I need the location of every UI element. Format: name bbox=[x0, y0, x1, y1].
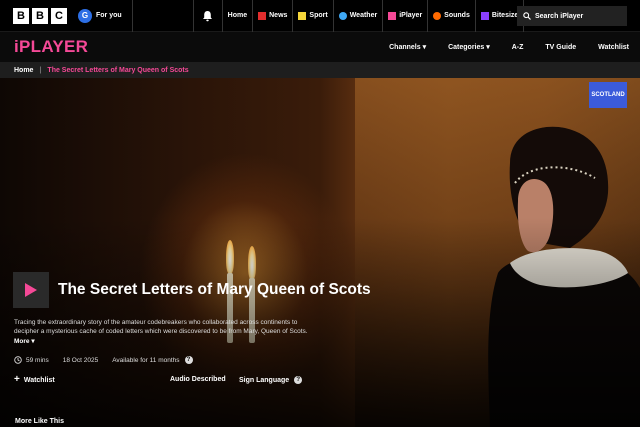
play-icon bbox=[25, 283, 37, 297]
nav-weather[interactable]: Weather bbox=[334, 0, 384, 32]
programme-actions: + Watchlist Audio Described Sign Languag… bbox=[14, 374, 314, 386]
duration: 59 mins bbox=[14, 356, 49, 364]
bbc-logo-letter: B bbox=[32, 7, 48, 24]
bbc-logo[interactable]: B B C bbox=[13, 7, 67, 24]
breadcrumb: Home | The Secret Letters of Mary Queen … bbox=[0, 62, 640, 78]
breadcrumb-current: The Secret Letters of Mary Queen of Scot… bbox=[47, 66, 189, 74]
bbc-logo-letter: B bbox=[13, 7, 29, 24]
clock-icon bbox=[14, 356, 22, 364]
info-icon[interactable]: ? bbox=[294, 376, 303, 384]
plus-icon: + bbox=[14, 374, 20, 385]
audio-described-link[interactable]: Audio Described bbox=[170, 376, 226, 383]
global-nav-links: Home News Sport Weather iPlayer Sounds B… bbox=[223, 0, 525, 32]
nav-channels[interactable]: Channels ▾ bbox=[378, 43, 437, 51]
nav-iplayer-label: iPlayer bbox=[399, 12, 423, 19]
play-button[interactable] bbox=[13, 272, 49, 308]
sport-icon bbox=[298, 11, 307, 20]
search-box[interactable]: Search iPlayer bbox=[517, 6, 627, 26]
iplayer-nav-links: Channels ▾ Categories ▾ A-Z TV Guide Wat… bbox=[378, 32, 640, 62]
nav-a-z[interactable]: A-Z bbox=[501, 44, 535, 51]
global-nav: B B C G For you Home News Sport Weather … bbox=[0, 0, 640, 32]
availability: Available for 11 months ? bbox=[112, 356, 193, 364]
nav-watchlist[interactable]: Watchlist bbox=[587, 44, 640, 51]
account-avatar-icon: G bbox=[78, 8, 92, 23]
sign-language-label: Sign Language bbox=[239, 376, 290, 384]
nav-news[interactable]: News bbox=[253, 0, 294, 32]
nav-weather-label: Weather bbox=[349, 12, 378, 19]
iplayer-icon bbox=[388, 11, 397, 20]
nav-home[interactable]: Home bbox=[223, 0, 254, 32]
programme-meta: 59 mins 18 Oct 2025 Available for 11 mon… bbox=[14, 356, 207, 364]
nav-iplayer[interactable]: iPlayer bbox=[383, 0, 429, 32]
search-icon bbox=[523, 12, 531, 20]
more-like-this-heading: More Like This bbox=[15, 418, 65, 425]
add-to-watchlist-button[interactable]: + Watchlist bbox=[14, 374, 55, 385]
bbc-logo-letter: C bbox=[51, 7, 67, 24]
breadcrumb-separator: | bbox=[39, 66, 42, 74]
nav-categories[interactable]: Categories ▾ bbox=[437, 43, 501, 51]
nav-sport[interactable]: Sport bbox=[293, 0, 334, 32]
description-text: Tracing the extraordinary story of the a… bbox=[14, 319, 308, 336]
info-icon[interactable]: ? bbox=[184, 356, 193, 364]
nav-bitesize-label: Bitesize bbox=[491, 12, 519, 19]
more-label: More bbox=[14, 337, 30, 345]
programme-title: The Secret Letters of Mary Queen of Scot… bbox=[58, 281, 371, 298]
chevron-down-icon: ▾ bbox=[31, 337, 35, 345]
breadcrumb-home[interactable]: Home bbox=[14, 67, 33, 74]
availability-label: Available for 11 months bbox=[112, 356, 180, 364]
bell-icon bbox=[203, 10, 213, 21]
nav-sounds[interactable]: Sounds bbox=[428, 0, 476, 32]
region-badge: SCOTLAND bbox=[589, 82, 627, 108]
nav-news-label: News bbox=[269, 12, 288, 19]
nav-tv-guide[interactable]: TV Guide bbox=[534, 44, 587, 51]
programme-description: Tracing the extraordinary story of the a… bbox=[14, 318, 314, 346]
nav-home-label: Home bbox=[227, 12, 248, 19]
sign-language-link[interactable]: Sign Language ? bbox=[239, 376, 303, 384]
iplayer-nav: iPLAYER Channels ▾ Categories ▾ A-Z TV G… bbox=[0, 32, 640, 62]
hero bbox=[0, 78, 640, 427]
for-you-label: For you bbox=[96, 12, 122, 19]
more-button[interactable]: More ▾ bbox=[14, 338, 35, 345]
watchlist-label: Watchlist bbox=[23, 376, 55, 384]
search-label: Search iPlayer bbox=[535, 12, 584, 20]
for-you-button[interactable]: G For you bbox=[78, 0, 133, 32]
hero-gradient-overlay bbox=[0, 78, 640, 427]
notifications-button[interactable] bbox=[192, 0, 223, 32]
news-icon bbox=[258, 11, 267, 20]
sounds-icon bbox=[433, 11, 442, 20]
iplayer-logo[interactable]: iPLAYER bbox=[14, 37, 88, 57]
duration-label: 59 mins bbox=[26, 356, 49, 364]
broadcast-date: 18 Oct 2025 bbox=[62, 356, 99, 364]
nav-sport-label: Sport bbox=[309, 12, 328, 19]
nav-sounds-label: Sounds bbox=[444, 12, 470, 19]
weather-icon bbox=[338, 11, 347, 20]
bitesize-icon bbox=[480, 11, 489, 20]
